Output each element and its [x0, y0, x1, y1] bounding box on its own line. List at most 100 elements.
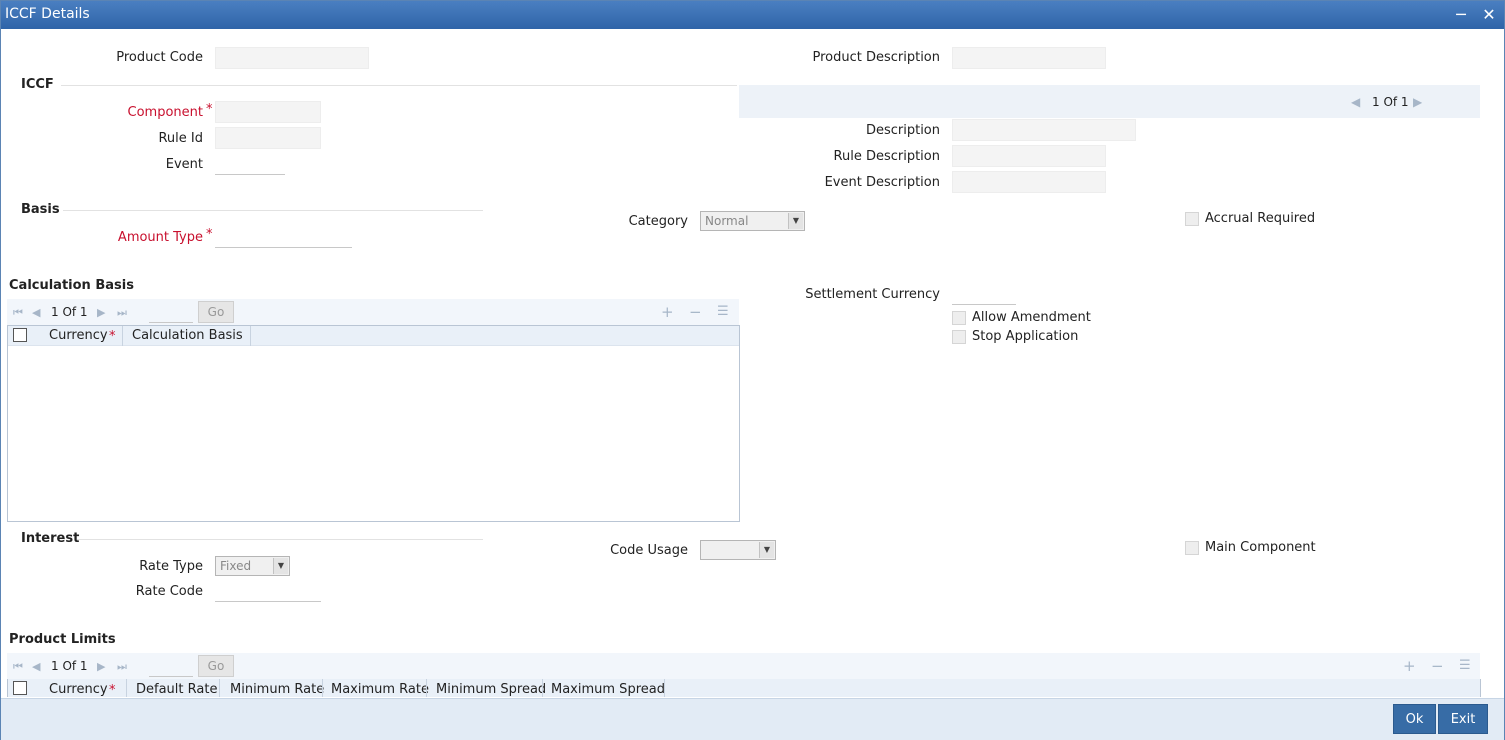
- product-limits-page-input[interactable]: [149, 655, 193, 677]
- column-separator: [542, 679, 543, 697]
- calculation-basis-grid-header: Currency * Calculation Basis: [8, 326, 739, 346]
- basis-section-title: Basis: [21, 202, 60, 217]
- category-select[interactable]: Normal ▼: [700, 211, 805, 231]
- amount-type-input[interactable]: [215, 226, 352, 248]
- main-component-label: Main Component: [1205, 540, 1316, 555]
- next-page-icon[interactable]: ▶: [97, 306, 105, 319]
- stop-application-checkbox[interactable]: [952, 330, 966, 344]
- column-separator: [219, 679, 220, 697]
- amount-type-required-mark: *: [206, 227, 213, 242]
- product-description-label: Product Description: [812, 50, 940, 65]
- allow-amendment-label: Allow Amendment: [972, 310, 1091, 325]
- select-all-checkbox[interactable]: [13, 328, 27, 342]
- column-maximum-spread: Maximum Spread: [551, 682, 665, 697]
- footer-bar: Ok Exit: [1, 698, 1504, 740]
- column-separator: [426, 679, 427, 697]
- previous-page-icon[interactable]: ◀: [32, 306, 40, 319]
- settlement-currency-input[interactable]: [952, 283, 1016, 305]
- product-limits-pager-text: 1 Of 1: [51, 659, 88, 673]
- event-description-label: Event Description: [824, 175, 940, 190]
- iccf-record-pager: ◀ 1 Of 1 ▶: [739, 85, 1480, 118]
- amount-type-label: Amount Type: [117, 230, 203, 245]
- window-title: ICCF Details: [5, 6, 90, 22]
- description-input[interactable]: [952, 119, 1136, 141]
- close-icon[interactable]: ✕: [1478, 4, 1500, 26]
- last-page-icon[interactable]: ⏭: [117, 660, 127, 674]
- rule-description-label: Rule Description: [833, 149, 940, 164]
- product-limits-grid-header: Currency * Default Rate Minimum Rate Max…: [7, 679, 1481, 697]
- rule-id-input[interactable]: [215, 127, 321, 149]
- product-description-input[interactable]: [952, 47, 1106, 69]
- exit-button[interactable]: Exit: [1438, 704, 1488, 734]
- product-limits-pager: ⏮ ◀ 1 Of 1 ▶ ⏭ Go + − ☰: [7, 653, 1480, 679]
- rate-type-select[interactable]: Fixed ▼: [215, 556, 290, 576]
- calculation-basis-pager: ⏮ ◀ 1 Of 1 ▶ ⏭ Go + − ☰: [7, 299, 739, 325]
- next-page-icon[interactable]: ▶: [97, 660, 105, 673]
- column-separator: [250, 326, 251, 346]
- component-input[interactable]: [215, 101, 321, 123]
- settlement-currency-label: Settlement Currency: [805, 287, 940, 302]
- minimize-icon[interactable]: ─: [1450, 4, 1472, 26]
- component-label: Component: [127, 105, 203, 120]
- chevron-down-icon: ▼: [759, 542, 774, 558]
- rate-type-selected-value: Fixed: [220, 559, 252, 573]
- rate-code-label: Rate Code: [135, 584, 203, 599]
- allow-amendment-checkbox[interactable]: [952, 311, 966, 325]
- event-input[interactable]: [215, 153, 285, 175]
- add-row-icon[interactable]: +: [1403, 657, 1416, 675]
- accrual-required-label: Accrual Required: [1205, 211, 1316, 226]
- rate-code-input[interactable]: [215, 580, 321, 602]
- currency-required-mark: *: [109, 329, 116, 344]
- event-description-input[interactable]: [952, 171, 1106, 193]
- last-page-icon[interactable]: ⏭: [117, 306, 127, 320]
- column-separator: [664, 679, 665, 697]
- event-label: Event: [165, 157, 203, 172]
- rule-description-input[interactable]: [952, 145, 1106, 167]
- select-all-checkbox[interactable]: [13, 681, 27, 695]
- iccf-section-title: ICCF: [21, 77, 54, 92]
- column-minimum-spread: Minimum Spread: [436, 682, 547, 697]
- calculation-basis-page-input[interactable]: [149, 301, 193, 323]
- product-code-input[interactable]: [215, 47, 369, 69]
- code-usage-select[interactable]: ▼: [700, 540, 776, 560]
- column-currency: Currency: [49, 328, 108, 343]
- calculation-basis-go-button[interactable]: Go: [198, 301, 234, 323]
- calculation-basis-grid: [7, 325, 740, 522]
- rate-type-label: Rate Type: [139, 559, 203, 574]
- column-currency: Currency: [49, 682, 108, 697]
- ok-button[interactable]: Ok: [1393, 704, 1436, 734]
- description-label: Description: [865, 123, 940, 138]
- interest-divider: [77, 539, 483, 540]
- column-separator: [122, 326, 123, 346]
- previous-page-icon[interactable]: ◀: [32, 660, 40, 673]
- view-list-icon[interactable]: ☰: [717, 304, 729, 319]
- column-minimum-rate: Minimum Rate: [230, 682, 325, 697]
- calculation-basis-section-title: Calculation Basis: [9, 278, 134, 293]
- accrual-required-checkbox[interactable]: [1185, 212, 1199, 226]
- view-list-icon[interactable]: ☰: [1459, 658, 1471, 673]
- column-separator: [126, 679, 127, 697]
- rule-id-label: Rule Id: [158, 131, 203, 146]
- category-selected-value: Normal: [705, 214, 749, 228]
- basis-divider: [63, 210, 483, 211]
- previous-record-icon[interactable]: ◀: [1351, 95, 1360, 109]
- next-record-icon[interactable]: ▶: [1413, 95, 1422, 109]
- main-component-checkbox[interactable]: [1185, 541, 1199, 555]
- component-required-mark: *: [206, 102, 213, 117]
- product-limits-go-button[interactable]: Go: [198, 655, 234, 677]
- first-page-icon[interactable]: ⏮: [13, 660, 23, 674]
- chevron-down-icon: ▼: [788, 213, 803, 229]
- product-limits-section-title: Product Limits: [9, 632, 116, 647]
- delete-row-icon[interactable]: −: [689, 303, 702, 321]
- iccf-details-window: ICCF Details ─ ✕ Product Code Product De…: [0, 0, 1505, 740]
- iccf-pager-text: 1 Of 1: [1372, 95, 1409, 109]
- calculation-basis-pager-text: 1 Of 1: [51, 305, 88, 319]
- title-bar: ICCF Details ─ ✕: [1, 1, 1504, 29]
- column-calculation-basis: Calculation Basis: [132, 328, 243, 343]
- product-code-label: Product Code: [116, 50, 203, 65]
- first-page-icon[interactable]: ⏮: [13, 306, 23, 320]
- column-separator: [322, 679, 323, 697]
- stop-application-label: Stop Application: [972, 329, 1079, 344]
- delete-row-icon[interactable]: −: [1431, 657, 1444, 675]
- add-row-icon[interactable]: +: [661, 303, 674, 321]
